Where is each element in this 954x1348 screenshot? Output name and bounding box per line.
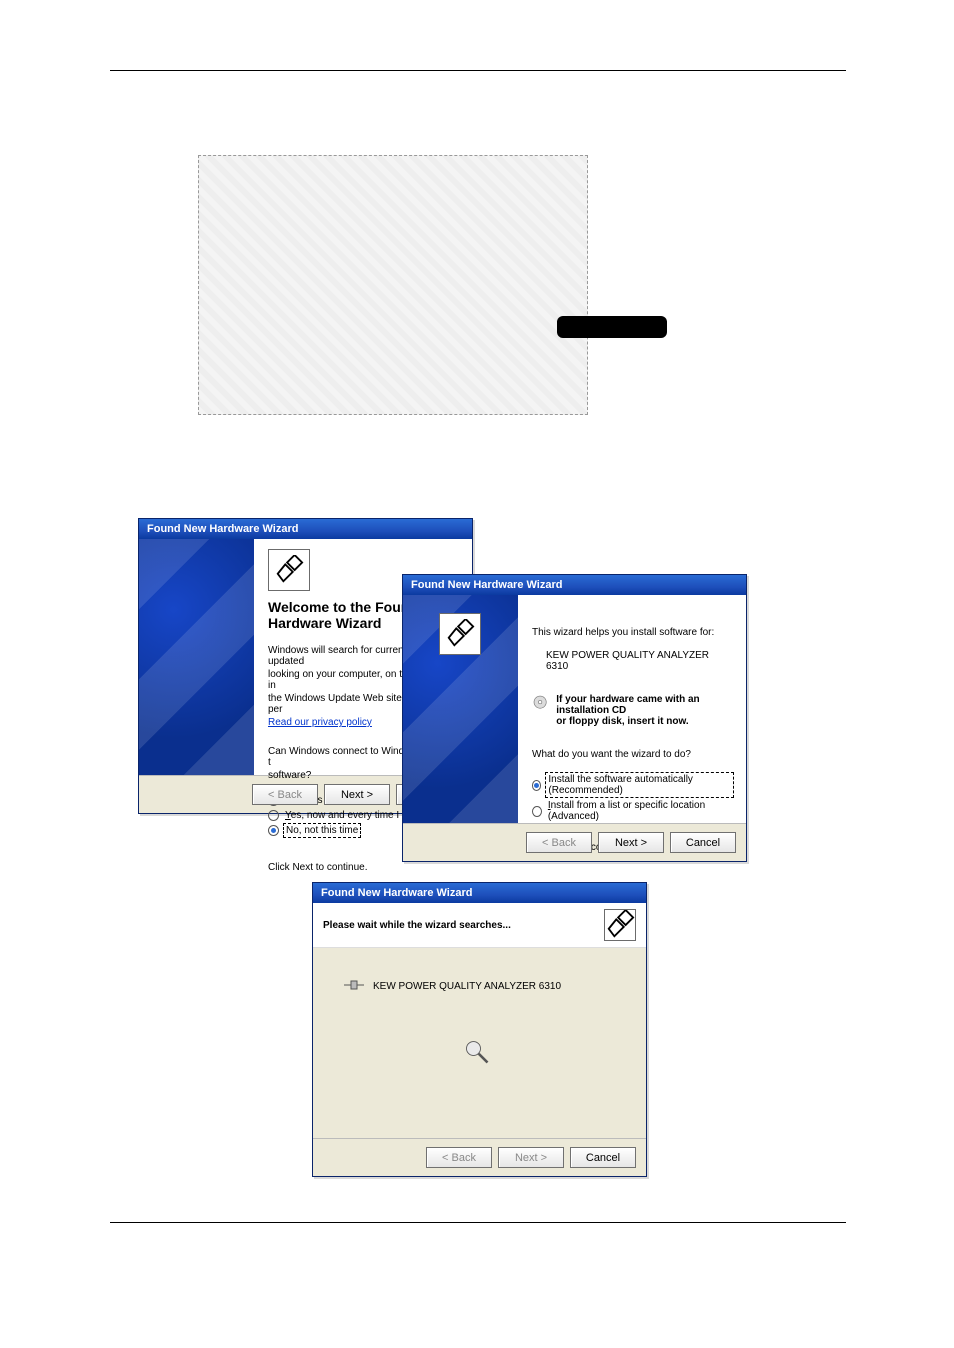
- radio-icon: [532, 806, 542, 817]
- cd-instruction-l1: If your hardware came with an installati…: [556, 694, 732, 716]
- searching-device-name: KEW POWER QUALITY ANALYZER 6310: [373, 981, 561, 992]
- cancel-button[interactable]: Cancel: [670, 832, 736, 853]
- connector-icon: [343, 978, 365, 995]
- hardware-icon: [439, 613, 481, 655]
- radio-icon: [268, 810, 279, 821]
- radio-icon: [532, 780, 541, 791]
- next-button[interactable]: Next >: [324, 784, 390, 805]
- what-do-question: What do you want the wizard to do?: [532, 749, 732, 760]
- device-name: KEW POWER QUALITY ANALYZER 6310: [532, 650, 732, 672]
- hardware-icon: [268, 549, 310, 591]
- searching-heading: Please wait while the wizard searches...: [323, 920, 511, 931]
- page-footer-rule: [110, 1222, 846, 1223]
- back-button: < Back: [526, 832, 592, 853]
- device-illustration: [198, 155, 588, 415]
- helps-line: This wizard helps you install software f…: [532, 627, 732, 638]
- back-button: < Back: [252, 784, 318, 805]
- dialog-titlebar[interactable]: Found New Hardware Wizard: [139, 519, 472, 539]
- cancel-button[interactable]: Cancel: [570, 1147, 636, 1168]
- cd-icon: [532, 694, 548, 714]
- wizard-install-dialog: Found New Hardware Wizard This wizard he…: [402, 574, 747, 862]
- dialog-button-row: < Back Next > Cancel: [313, 1138, 646, 1176]
- cd-instruction-l2: or floppy disk, insert it now.: [556, 716, 732, 727]
- radio-install-list[interactable]: Install from a list or specific location…: [532, 800, 732, 822]
- page-header-rule: [110, 70, 846, 71]
- radio-install-list-label: Install from a list or specific location…: [548, 800, 732, 822]
- wizard-searching-dialog: Found New Hardware Wizard Please wait wh…: [312, 882, 647, 1177]
- welcome-heading-line2: Hardware Wizard: [268, 615, 381, 631]
- continue-hint: Click Next to continue.: [268, 862, 458, 873]
- radio-install-auto-label: Install the software automatically (Reco…: [547, 774, 732, 796]
- privacy-policy-link[interactable]: Read our privacy policy: [268, 717, 372, 728]
- next-button: Next >: [498, 1147, 564, 1168]
- magnifier-icon: [463, 1038, 491, 1066]
- radio-no-label: No, not this time: [285, 825, 359, 836]
- back-button: < Back: [426, 1147, 492, 1168]
- dialog-titlebar[interactable]: Found New Hardware Wizard: [403, 575, 746, 595]
- next-button[interactable]: Next >: [598, 832, 664, 853]
- radio-icon: [268, 825, 279, 836]
- usb-cable-illustration: [557, 316, 667, 338]
- wizard-side-graphic: [139, 539, 254, 775]
- hardware-icon: [604, 909, 636, 941]
- dialog-titlebar[interactable]: Found New Hardware Wizard: [313, 883, 646, 903]
- wizard-side-graphic: [403, 595, 518, 823]
- radio-install-auto[interactable]: Install the software automatically (Reco…: [532, 774, 732, 796]
